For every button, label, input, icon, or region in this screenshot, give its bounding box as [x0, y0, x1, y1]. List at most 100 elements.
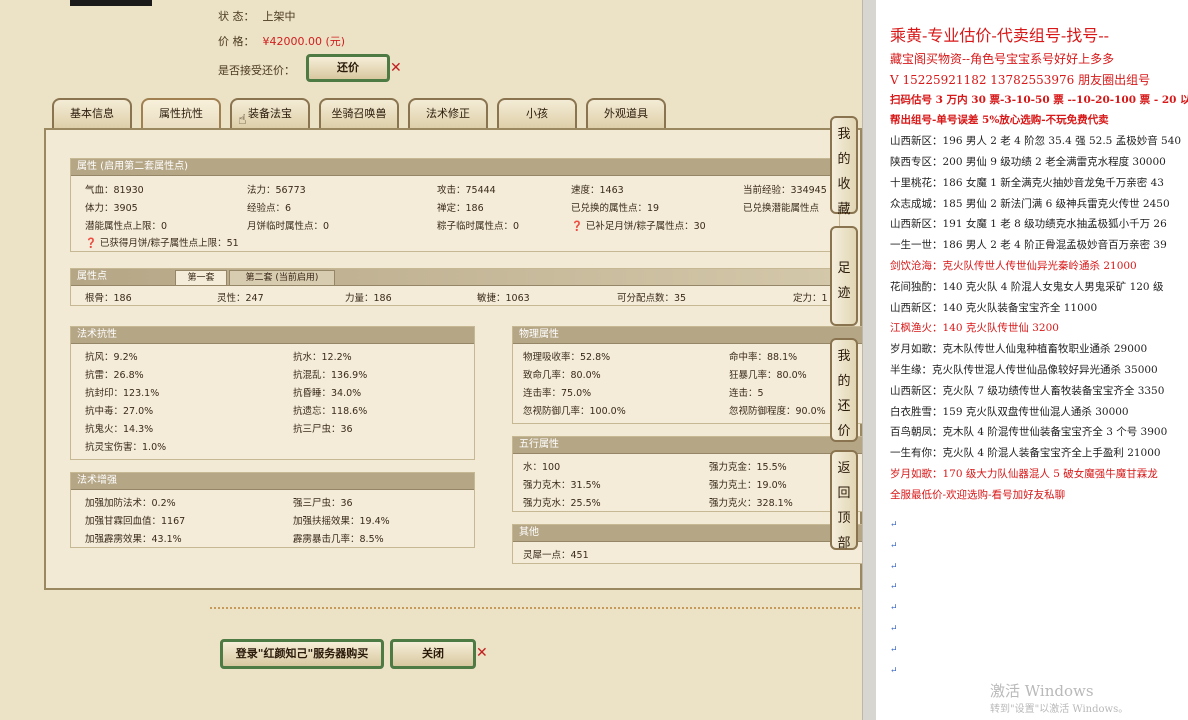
- doc-line: 帮出组号-单号误差 5%放心选购-不玩免费代卖: [890, 112, 1109, 127]
- section-title: 法术增强: [71, 473, 474, 490]
- attr-speed: 速度：1463: [571, 185, 624, 196]
- top-thumbnail: [70, 0, 152, 6]
- counter-offer-button[interactable]: 还价: [306, 54, 390, 82]
- attr-exchanged: 已兑换的属性点：19: [571, 203, 660, 214]
- doc-title: 乘黄-专业估价-代卖组号-找号--: [890, 26, 1110, 45]
- point-strength: 力量：186: [345, 293, 392, 304]
- doc-line-text: 山西新区：克火队 7 级功绩传世人畜牧装备宝宝齐全 3350: [890, 384, 1165, 397]
- doc-line-text: 藏宝阁买物资--角色号宝宝系号好好上多多: [890, 52, 1115, 66]
- points-tab-first[interactable]: 第一套: [175, 270, 227, 286]
- side-offers-button[interactable]: 我的还价: [830, 338, 858, 442]
- doc-line: 花间独酌：140 克火队 4 阶混人女鬼女人男鬼采矿 120 级: [890, 279, 1163, 294]
- resist-value: 抗封印：123.1%: [85, 388, 160, 399]
- attr-mp: 法力：56773: [247, 185, 306, 196]
- physical-value: 狂暴几率：80.0%: [729, 370, 807, 381]
- wuxing-value: 强力克土：19.0%: [709, 480, 787, 491]
- paragraph-mark-icon: ↵: [890, 603, 898, 614]
- tab-basic[interactable]: 基本信息: [52, 98, 132, 130]
- tab-appearance[interactable]: 外观道具: [586, 98, 666, 130]
- points-tab-second[interactable]: 第二套 (当前启用): [229, 270, 335, 286]
- text-document: 乘黄-专业估价-代卖组号-找号-- 藏宝阁买物资--角色号宝宝系号好好上多多 V …: [876, 0, 1188, 720]
- side-history-button[interactable]: 足迹: [830, 226, 858, 326]
- doc-line: 山西新区：140 克火队装备宝宝齐全 11000: [890, 300, 1097, 315]
- resist-value: 抗混乱：136.9%: [293, 370, 368, 381]
- doc-line-text: 扫码估号 3 万内 30 票-3-10-50 票 --10-20-100 票 -…: [890, 93, 1188, 106]
- wuxing-value: 水：100: [523, 462, 561, 473]
- point-root: 根骨：186: [85, 293, 132, 304]
- doc-line-text: 江枫渔火：140 克火队传世仙 3200: [890, 322, 1059, 335]
- attr-potential-cap: 潜能属性点上限：0: [85, 221, 168, 232]
- doc-line: V 15225921182 13782553976 朋友圈出组号: [890, 71, 1150, 88]
- doc-line: 岁月如歌：170 级大力队仙器混人 5 破女魔强牛魔甘霖龙: [890, 466, 1158, 481]
- doc-line: 白衣胜雪：159 克火队双盘传世仙混人通杀 30000: [890, 404, 1129, 419]
- resist-value: 抗灵宝伤害：1.0%: [85, 442, 167, 453]
- physical-value: 命中率：88.1%: [729, 352, 798, 363]
- point-agility: 敏捷：1063: [477, 293, 530, 304]
- attr-zen: 禅定：186: [437, 203, 484, 214]
- doc-line-text: 众志成城：185 男仙 2 新法门满 6 级神兵雷克火传世 2450: [890, 197, 1170, 210]
- enhance-value: 强三尸虫：36: [293, 498, 353, 509]
- doc-line: 山西新区：196 男人 2 老 4 阶忽 35.4 强 52.5 孟极妙音 54…: [890, 133, 1181, 148]
- doc-line: 山西新区：克火队 7 级功绩传世人畜牧装备宝宝齐全 3350: [890, 383, 1164, 398]
- help-icon: ❓: [571, 221, 583, 232]
- tab-spell-correction[interactable]: 法术修正: [408, 98, 488, 130]
- section-title: 物理属性: [513, 327, 862, 344]
- enhance-value: 加强甘霖回血值：1167: [85, 516, 186, 527]
- point-focus: 定力：1: [793, 293, 828, 304]
- physical-value: 忽视防御程度：90.0%: [729, 406, 826, 417]
- resist-value: 抗风：9.2%: [85, 352, 138, 363]
- attr-hp: 气血：81930: [85, 185, 144, 196]
- doc-line-text: 一生一世：186 男人 2 老 4 阶正骨混孟极妙音百万亲密 39: [890, 239, 1167, 252]
- close-x-icon[interactable]: ✕: [390, 60, 402, 76]
- hand-cursor-icon: ☝: [238, 112, 247, 128]
- paragraph-mark-icon: ↵: [890, 644, 898, 655]
- doc-line-text: 山西新区：196 男人 2 老 4 阶忽 35.4 强 52.5 孟极妙音 54…: [890, 135, 1182, 148]
- attr-mooncake-temp: 月饼临时属性点：0: [247, 221, 330, 232]
- wuxing-value: 强力克木：31.5%: [523, 480, 601, 491]
- attributes-panel: 属性 (启用第二套属性点) 气血：81930 法力：56773 攻击：75444…: [44, 128, 862, 590]
- game-window: 状 态： 上架中 价 格： ¥42000.00 (元) 是否接受还价： 还价 ✕ 基…: [0, 0, 862, 720]
- close-x-icon[interactable]: ✕: [476, 645, 488, 661]
- doc-line-text: 山西新区：191 女魔 1 老 8 级功绩克水抽孟极狐小千万 26: [890, 218, 1167, 231]
- tab-child[interactable]: 小孩: [497, 98, 577, 130]
- doc-line-text: 一生有你：克火队 4 阶混人装备宝宝齐全上手盈利 21000: [890, 447, 1161, 460]
- side-top-button[interactable]: 返回顶部: [830, 450, 858, 551]
- resist-value: 抗中毒：27.0%: [85, 406, 154, 417]
- enhance-value: 加强霹雳效果：43.1%: [85, 534, 182, 545]
- physical-value: 忽视防御几率：100.0%: [523, 406, 626, 417]
- scroll-gutter[interactable]: [862, 0, 877, 720]
- paragraph-mark-icon: ↵: [890, 665, 898, 676]
- price-row: 价 格： ¥42000.00 (元): [218, 35, 346, 48]
- doc-line-text: 陕西专区：200 男仙 9 级功绩 2 老全满雷克水程度 30000: [890, 156, 1166, 168]
- login-purchase-button[interactable]: 登录"红颜知己"服务器购买: [220, 639, 384, 669]
- activation-subtitle: 转到"设置"以激活 Windows。: [990, 704, 1129, 715]
- doc-line: 扫码估号 3 万内 30 票-3-10-50 票 --10-20-100 票 -…: [890, 92, 1188, 107]
- paragraph-mark-icon: ↵: [890, 582, 898, 593]
- doc-line: 陕西专区：200 男仙 9 级功绩 2 老全满雷克水程度 30000: [890, 154, 1166, 169]
- doc-line: 江枫渔火：140 克火队传世仙 3200: [890, 320, 1059, 335]
- paragraph-mark-icon: ↵: [890, 520, 898, 530]
- paragraph-mark-icon: ↵: [890, 561, 898, 572]
- wuxing-value: 强力克金：15.5%: [709, 462, 787, 473]
- doc-line-text: 剑饮沧海：克火队传世人传世仙异光秦岭通杀 21000: [890, 260, 1137, 272]
- paragraph-mark-icon: ↵: [890, 540, 898, 551]
- divider: [210, 607, 860, 609]
- attr-cap-note: ❓ 已获得月饼/粽子属性点上限：51: [85, 238, 239, 249]
- side-favorites-button[interactable]: 我的收藏: [830, 116, 858, 217]
- doc-line-text: 全服最低价-欢迎选购-看号加好友私聊: [890, 488, 1066, 501]
- points-section: 属性点 第一套 第二套 (当前启用) 根骨：186 灵性：247 力量：186 …: [70, 268, 840, 306]
- doc-line: 十里桃花：186 女魔 1 新全满克火抽妙音龙兔千万亲密 43: [890, 175, 1164, 190]
- status-row: 状 态： 上架中: [218, 10, 296, 23]
- resist-value: 抗水：12.2%: [293, 352, 352, 363]
- close-button[interactable]: 关闭: [390, 639, 476, 669]
- section-title: 五行属性: [513, 437, 862, 454]
- resist-value: 抗遗忘：118.6%: [293, 406, 368, 417]
- wuxing-value: 强力克火：328.1%: [709, 498, 793, 509]
- resist-value: 抗三尸虫：36: [293, 424, 353, 435]
- physical-value: 连击：5: [729, 388, 764, 399]
- doc-line-text: 半生缘：克火队传世混人传世仙品像较好异光通杀 35000: [890, 364, 1158, 376]
- doc-line-text: 百鸟朝凤：克木队 4 阶混传世仙装备宝宝齐全 3 个号 3900: [890, 426, 1168, 439]
- tab-attributes[interactable]: 属性抗性: [141, 98, 221, 130]
- doc-line: 山西新区：191 女魔 1 老 8 级功绩克水抽孟极狐小千万 26: [890, 216, 1167, 231]
- tab-mounts[interactable]: 坐骑召唤兽: [319, 98, 399, 130]
